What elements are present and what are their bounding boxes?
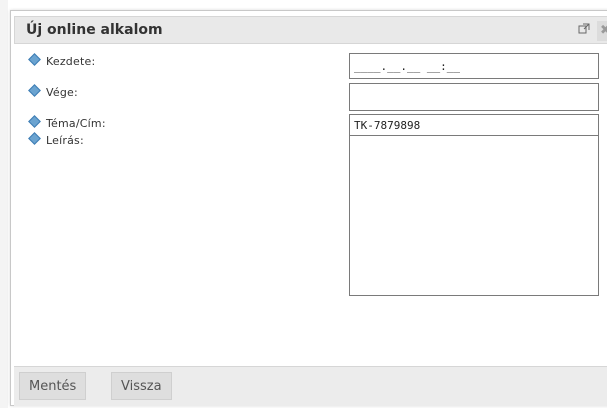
start-datetime-input[interactable]	[349, 53, 599, 79]
save-button[interactable]: Mentés	[19, 372, 87, 400]
field-row-end: Vége:	[28, 84, 78, 102]
end-datetime-input[interactable]	[349, 83, 599, 111]
bullet-icon	[28, 84, 41, 97]
description-label: Leírás:	[46, 134, 84, 147]
field-row-topic: Téma/Cím:	[28, 115, 106, 133]
dialog-footer: Mentés Vissza	[14, 366, 607, 406]
dialog-titlebar[interactable]: Új online alkalom ✖	[14, 16, 607, 44]
start-label: Kezdete:	[46, 55, 96, 68]
end-label: Vége:	[46, 86, 78, 99]
new-online-session-dialog: Új online alkalom ✖ Kezdete: Vége: Téma/…	[10, 10, 607, 406]
description-textarea[interactable]	[349, 135, 599, 296]
close-icon[interactable]: ✖	[597, 21, 607, 41]
bullet-icon	[28, 53, 41, 66]
topic-input[interactable]	[349, 114, 599, 136]
field-row-description: Leírás:	[28, 132, 84, 150]
bullet-icon	[28, 115, 41, 128]
field-row-start: Kezdete:	[28, 53, 96, 71]
background-page-edge	[0, 0, 8, 408]
dialog-title: Új online alkalom	[26, 22, 163, 38]
back-button[interactable]: Vissza	[111, 372, 172, 400]
topic-label: Téma/Cím:	[46, 117, 106, 130]
bullet-icon	[28, 132, 41, 145]
popout-icon[interactable]	[578, 23, 590, 38]
